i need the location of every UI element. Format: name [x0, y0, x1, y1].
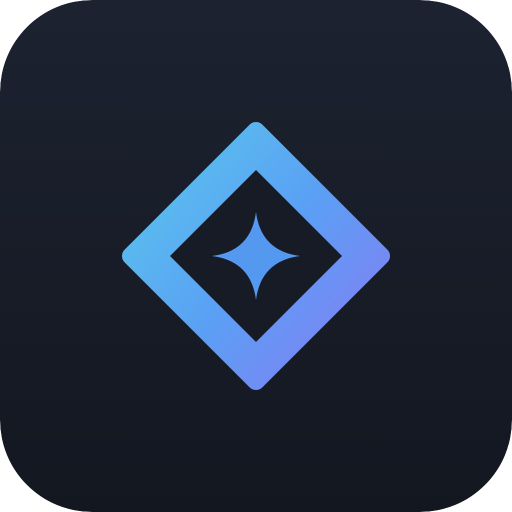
app-icon-graphic: [0, 0, 512, 512]
app-icon: [0, 0, 512, 512]
